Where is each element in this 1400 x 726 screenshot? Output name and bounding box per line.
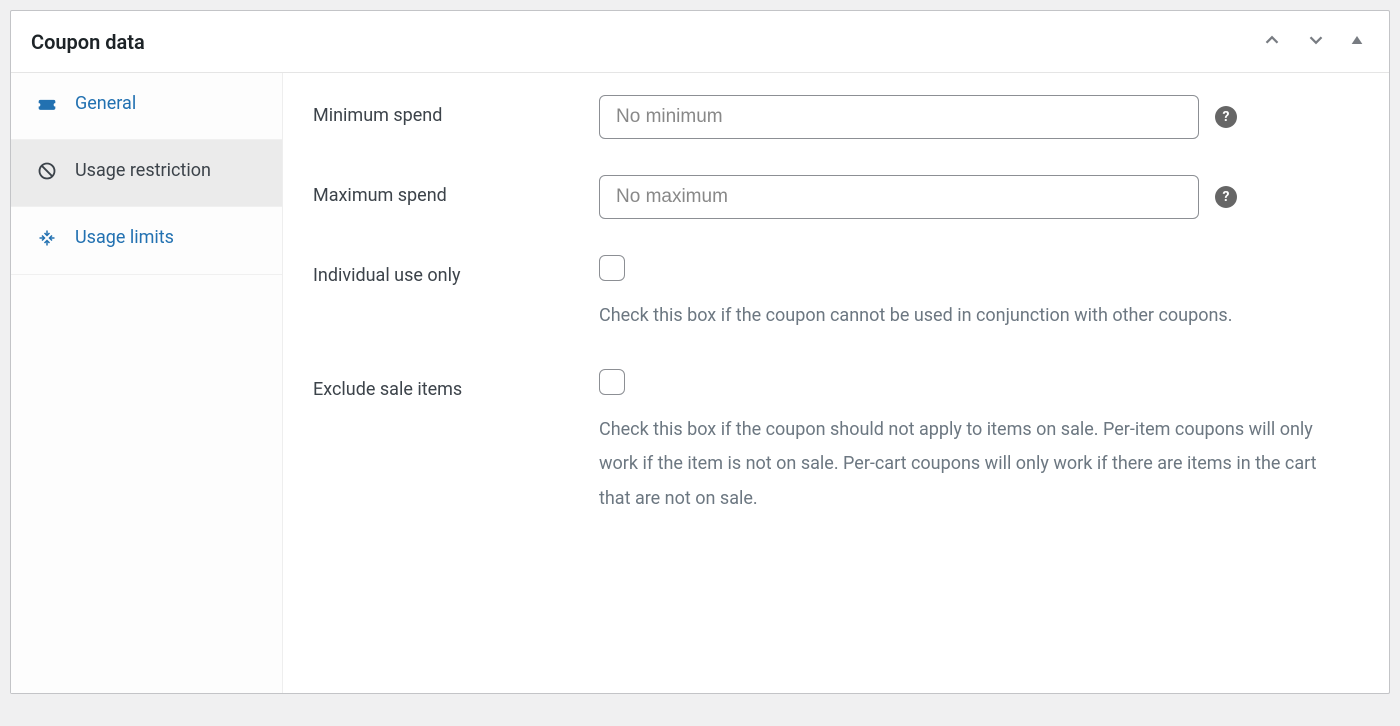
collapse-icon: [37, 228, 57, 255]
chevron-down-icon: [1305, 29, 1327, 54]
individual-use-field-wrap: Check this box if the coupon cannot be u…: [599, 255, 1359, 333]
help-icon[interactable]: ?: [1215, 186, 1237, 208]
move-up-button[interactable]: [1257, 25, 1287, 58]
move-down-button[interactable]: [1301, 25, 1331, 58]
tab-label: General: [75, 91, 136, 116]
input-wrap: ?: [599, 175, 1359, 219]
panel-title: Coupon data: [31, 30, 145, 54]
tab-usage-limits[interactable]: Usage limits: [11, 207, 282, 274]
tab-label: Usage limits: [75, 225, 174, 250]
individual-use-row: Individual use only Check this box if th…: [313, 255, 1359, 333]
individual-use-label: Individual use only: [313, 255, 591, 286]
individual-use-description: Check this box if the coupon cannot be u…: [599, 299, 1319, 333]
maximum-spend-field-wrap: ?: [599, 175, 1359, 219]
ticket-icon: [37, 94, 57, 121]
panel-header: Coupon data: [11, 11, 1389, 73]
minimum-spend-row: Minimum spend ?: [313, 95, 1359, 139]
minimum-spend-field-wrap: ?: [599, 95, 1359, 139]
minimum-spend-label: Minimum spend: [313, 95, 591, 126]
coupon-data-panel: Coupon data: [10, 10, 1390, 694]
maximum-spend-row: Maximum spend ?: [313, 175, 1359, 219]
individual-use-checkbox[interactable]: [599, 255, 625, 281]
exclude-sale-checkbox[interactable]: [599, 369, 625, 395]
help-icon[interactable]: ?: [1215, 106, 1237, 128]
maximum-spend-label: Maximum spend: [313, 175, 591, 206]
exclude-sale-field-wrap: Check this box if the coupon should not …: [599, 369, 1359, 516]
chevron-up-icon: [1261, 29, 1283, 54]
tab-usage-restriction[interactable]: Usage restriction: [11, 140, 282, 207]
panel-actions: [1257, 25, 1369, 58]
form-content: Minimum spend ? Maximum spend ?: [283, 73, 1389, 693]
minimum-spend-input[interactable]: [599, 95, 1199, 139]
exclude-sale-label: Exclude sale items: [313, 369, 591, 400]
caret-up-icon: [1349, 32, 1365, 51]
ban-icon: [37, 161, 57, 188]
toggle-panel-button[interactable]: [1345, 28, 1369, 55]
exclude-sale-description: Check this box if the coupon should not …: [599, 413, 1319, 516]
panel-body: General Usage restriction Usage limits M…: [11, 73, 1389, 693]
tab-label: Usage restriction: [75, 158, 211, 183]
tabs-sidebar: General Usage restriction Usage limits: [11, 73, 283, 693]
maximum-spend-input[interactable]: [599, 175, 1199, 219]
tab-general[interactable]: General: [11, 73, 282, 140]
exclude-sale-row: Exclude sale items Check this box if the…: [313, 369, 1359, 516]
input-wrap: ?: [599, 95, 1359, 139]
